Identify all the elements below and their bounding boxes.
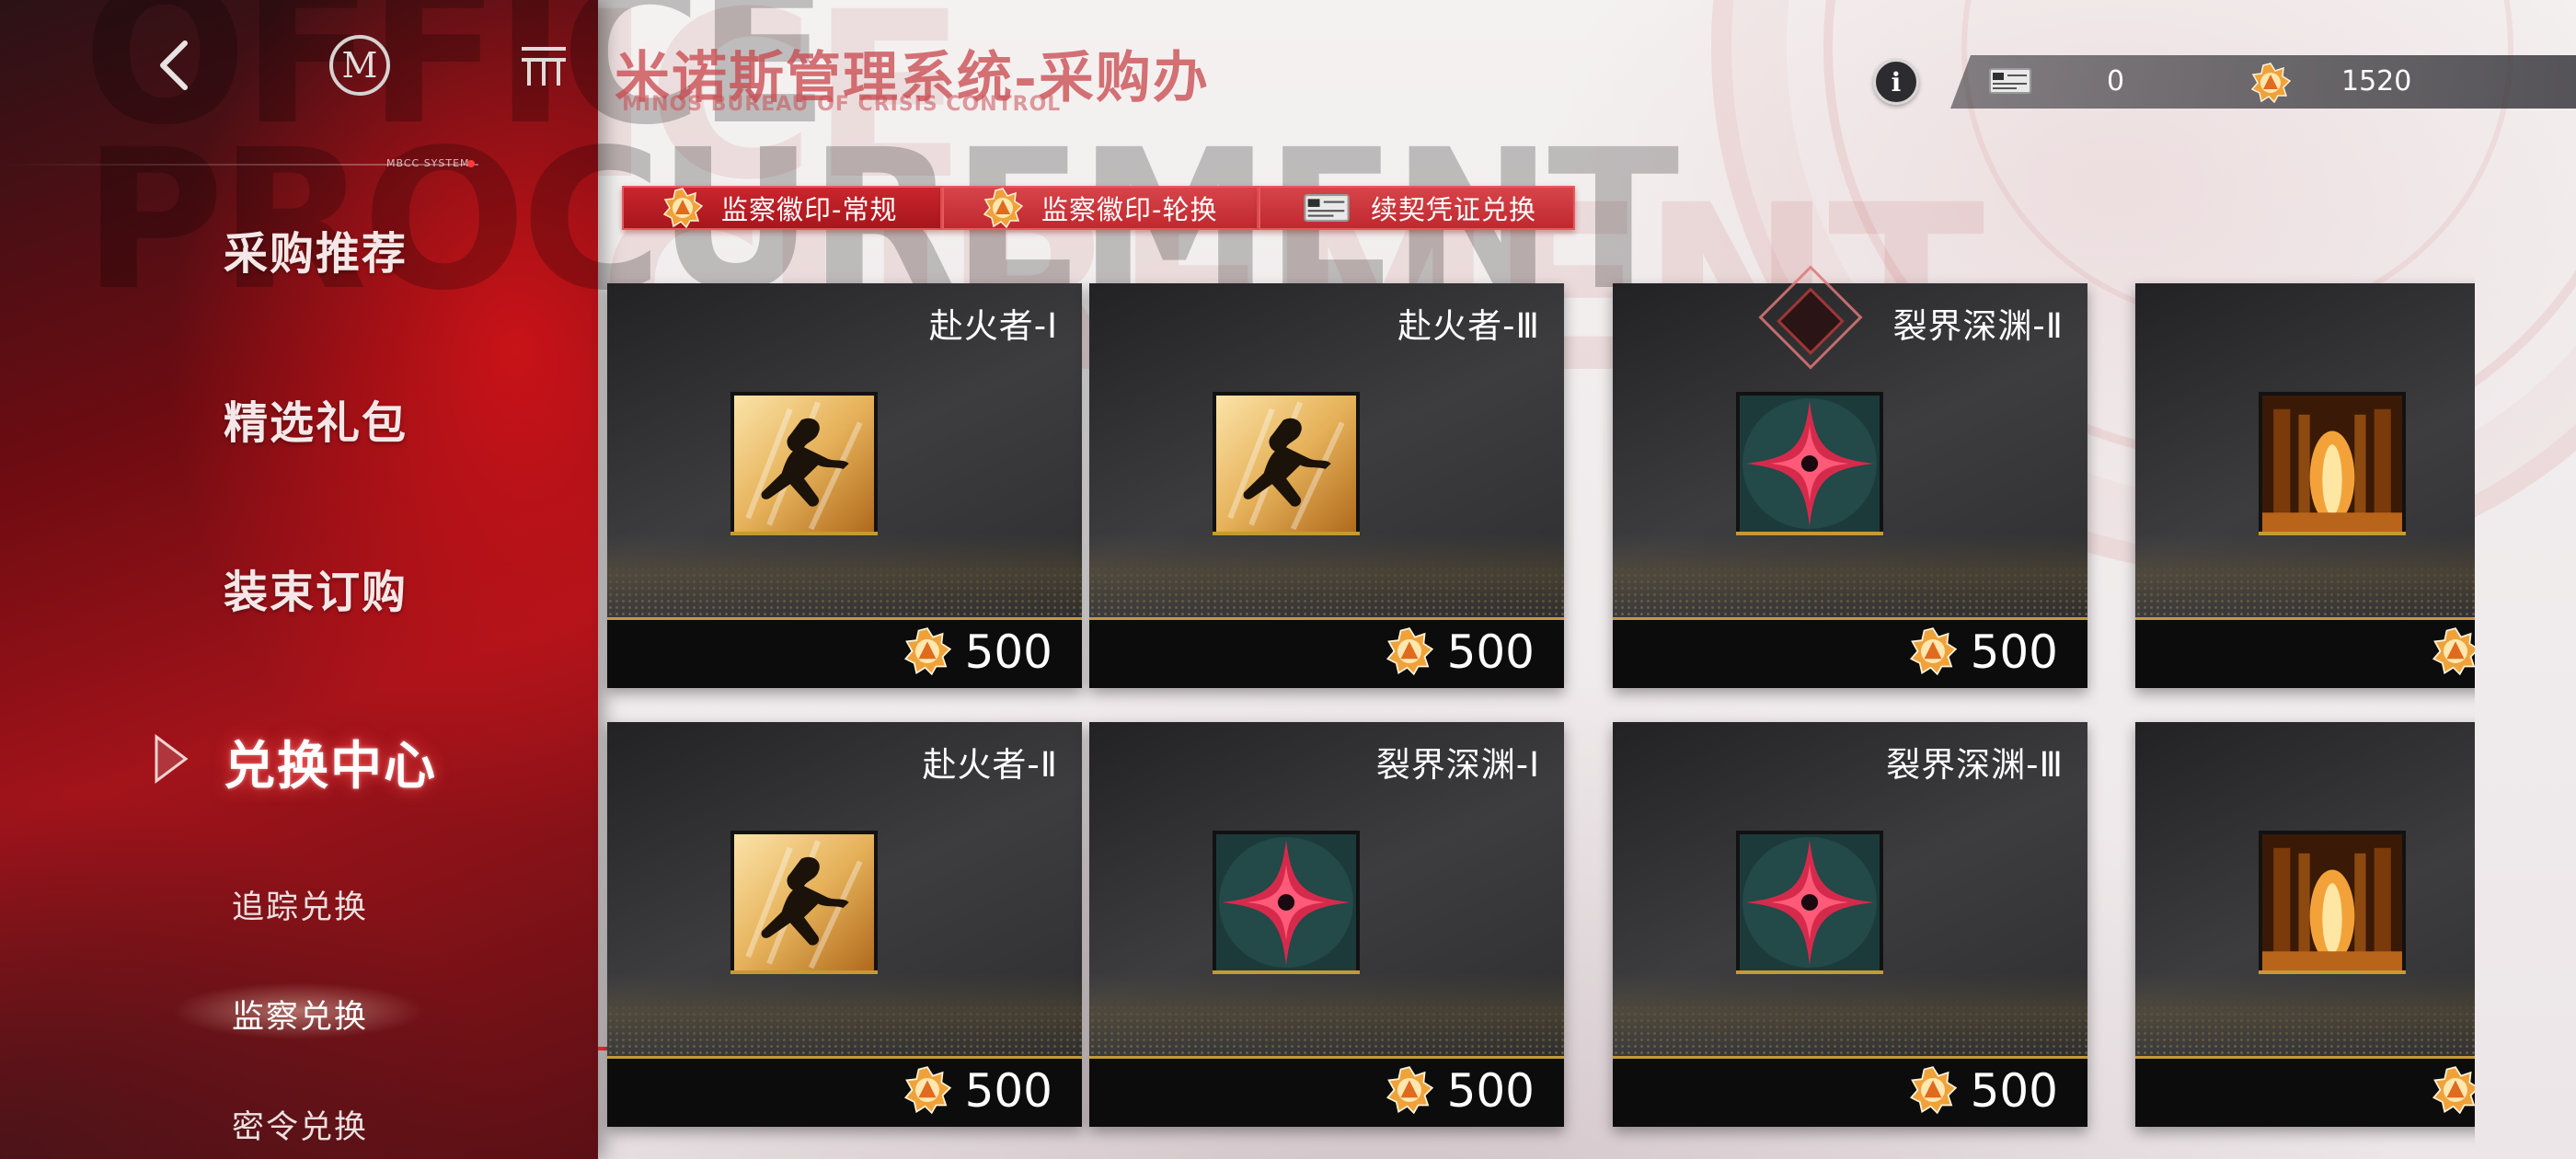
item-price: 500 [964, 625, 1052, 679]
shop-item-card[interactable]: 赴火者-Ⅱ 500 [607, 722, 1082, 1127]
item-image-frame [730, 831, 878, 974]
price-bar [2135, 617, 2475, 688]
item-price: 500 [1446, 625, 1535, 679]
gold-hall-art-icon [2262, 396, 2402, 532]
inspection-badge-coin-icon [2432, 627, 2475, 679]
inspection-badge-coin-icon [1386, 1066, 1434, 1118]
price-bar: 500 [607, 1056, 1082, 1127]
item-price: 500 [1970, 1064, 2058, 1118]
fire-runner-art-icon [734, 396, 874, 532]
item-name: 赴火者-Ⅲ [1397, 306, 1540, 346]
item-price: 500 [1446, 1064, 1535, 1118]
item-name: 赴火者-Ⅰ [928, 306, 1058, 346]
price-bar: 500 [1613, 617, 2087, 688]
inspection-badge-coin-icon [1909, 627, 1958, 679]
abyss-rift-art-icon [1216, 834, 1356, 970]
price-bar: 500 [607, 617, 1082, 688]
fire-runner-art-icon [1216, 396, 1356, 532]
inspection-badge-coin-icon [2432, 1066, 2475, 1118]
gold-hall-art-icon [2262, 834, 2402, 970]
inspection-badge-coin-icon [1909, 1066, 1958, 1118]
price-bar [2135, 1056, 2475, 1127]
shop-item-card[interactable]: 赴火者-Ⅲ 500 [1089, 283, 1564, 688]
price-bar: 500 [1089, 1056, 1564, 1127]
inspection-badge-coin-icon [903, 1066, 952, 1118]
item-price: 500 [1970, 625, 2058, 679]
abyss-rift-art-icon [1740, 834, 1880, 970]
inspection-badge-coin-icon [1386, 627, 1434, 679]
item-name: 裂界深渊-Ⅱ [1892, 306, 2064, 346]
item-grid: 赴火者-Ⅰ500赴火者-Ⅲ500裂界深渊-Ⅱ500黯辉赴火者-Ⅱ500裂界深渊-… [0, 0, 2475, 1159]
item-image-frame [2259, 831, 2406, 974]
shop-item-card[interactable]: 黯辉 [2135, 722, 2475, 1127]
inspection-badge-coin-icon [903, 627, 952, 679]
shop-item-card[interactable]: 黯辉 [2135, 283, 2475, 688]
fire-runner-art-icon [734, 834, 874, 970]
price-bar: 500 [1613, 1056, 2087, 1127]
shop-item-card[interactable]: 裂界深渊-Ⅰ 500 [1089, 722, 1564, 1127]
item-name: 裂界深渊-Ⅰ [1375, 745, 1540, 785]
shop-item-card[interactable]: 赴火者-Ⅰ 500 [607, 283, 1082, 688]
item-image-frame [1213, 392, 1360, 535]
shop-item-card[interactable]: 裂界深渊-Ⅱ 500 [1613, 265, 2087, 688]
shop-item-card[interactable]: 裂界深渊-Ⅲ 500 [1613, 722, 2087, 1127]
item-image-frame [1736, 392, 1883, 535]
item-image-frame [1213, 831, 1360, 974]
item-image-frame [730, 392, 878, 535]
procurement-screen: OFFICE PROCUREMENT OFFICE PROCUREMENT M … [0, 0, 2576, 1159]
item-name: 裂界深渊-Ⅲ [1886, 745, 2064, 785]
item-image-frame [2259, 392, 2406, 535]
item-name: 赴火者-Ⅱ [922, 745, 1058, 785]
new-badge-icon [1758, 265, 1863, 370]
item-image-frame [1736, 831, 1883, 974]
price-bar: 500 [1089, 617, 1564, 688]
item-price: 500 [964, 1064, 1052, 1118]
abyss-rift-art-icon [1740, 396, 1880, 532]
